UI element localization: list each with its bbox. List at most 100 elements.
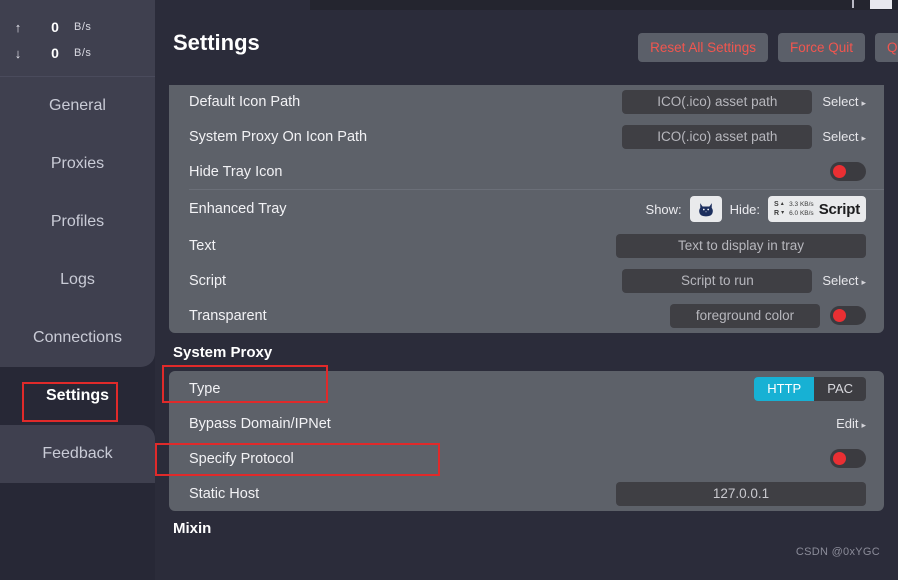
proxy-type-segmented-control: HTTP PAC bbox=[754, 376, 866, 401]
sidebar-item-general[interactable]: General bbox=[0, 77, 155, 135]
hide-r-label: R bbox=[774, 210, 780, 217]
download-speed-value: 0 bbox=[51, 45, 59, 61]
select-label: Select bbox=[822, 273, 859, 288]
hide-s-label: S bbox=[774, 201, 779, 208]
upload-speed-value: 0 bbox=[51, 19, 59, 35]
sidebar-item-label: General bbox=[49, 97, 106, 114]
row-label: Static Host bbox=[189, 485, 260, 502]
system-proxy-card: Type HTTP PAC Bypass Domain/IPNet Edit▸ bbox=[169, 371, 884, 511]
sidebar-item-feedback[interactable]: Feedback bbox=[0, 425, 155, 483]
hide-sr-labels: S ▴ R ▾ bbox=[774, 200, 784, 218]
transparent-toggle[interactable] bbox=[830, 306, 866, 325]
row-label: Hide Tray Icon bbox=[189, 163, 283, 180]
app-window: ↑ 0 B/s ↓ 0 B/s General Proxies Profiles… bbox=[0, 0, 898, 580]
row-label: System Proxy On Icon Path bbox=[189, 128, 368, 145]
chevron-right-icon: ▸ bbox=[861, 277, 866, 287]
sidebar-nav: General Proxies Profiles Logs Connection… bbox=[0, 77, 155, 483]
caret-down-icon: ▾ bbox=[781, 210, 785, 216]
tray-text-input[interactable]: Text to display in tray bbox=[616, 233, 866, 258]
row-default-icon-path: Default Icon Path ICO(.ico) asset path S… bbox=[169, 85, 884, 119]
reset-all-settings-button[interactable]: Reset All Settings bbox=[638, 33, 768, 62]
watermark: CSDN @0xYGC bbox=[795, 546, 880, 558]
sidebar-item-proxies[interactable]: Proxies bbox=[0, 135, 155, 193]
sidebar-item-label: Settings bbox=[45, 387, 110, 404]
row-label: Specify Protocol bbox=[189, 450, 294, 467]
section-header-system-proxy: System Proxy bbox=[155, 333, 898, 371]
row-transparent: Transparent foreground color bbox=[169, 298, 884, 333]
proxy-type-pac-option[interactable]: PAC bbox=[814, 376, 866, 401]
sidebar-item-label: Proxies bbox=[50, 155, 105, 172]
chevron-right-icon: ▸ bbox=[861, 98, 866, 108]
hide-script-label: Script bbox=[818, 200, 861, 218]
sidebar-item-logs[interactable]: Logs bbox=[0, 251, 155, 309]
static-host-input[interactable]: 127.0.0.1 bbox=[616, 481, 866, 506]
hide-rate-values: 3.3 KB/s 6.0 KB/s bbox=[789, 200, 814, 218]
page-title: Settings bbox=[173, 29, 260, 55]
bypass-edit-link[interactable]: Edit ▸ bbox=[836, 416, 866, 431]
system-proxy-on-icon-path-select-link[interactable]: Select ▸ bbox=[822, 129, 866, 144]
default-icon-path-select-link[interactable]: Select ▸ bbox=[822, 94, 866, 109]
row-type: Type HTTP PAC bbox=[169, 371, 884, 406]
row-bypass-domain-ipnet: Bypass Domain/IPNet Edit ▸ bbox=[169, 406, 884, 441]
enhanced-tray-hide-chip[interactable]: S ▴ R ▾ 3.3 KB/s 6.0 KB/s Script bbox=[768, 196, 866, 222]
page-header: Settings Reset All Settings Force Quit Q… bbox=[155, 0, 898, 85]
sidebar-item-profiles[interactable]: Profiles bbox=[0, 193, 155, 251]
chevron-right-icon: ▸ bbox=[861, 133, 866, 143]
hide-upload-rate: 3.3 KB/s bbox=[789, 201, 814, 208]
window-titlebar bbox=[310, 0, 898, 10]
arrow-up-icon: ↑ bbox=[14, 19, 22, 35]
row-label: Enhanced Tray bbox=[189, 201, 287, 217]
row-static-host: Static Host 127.0.0.1 bbox=[169, 476, 884, 511]
main-content: Settings Reset All Settings Force Quit Q… bbox=[155, 0, 898, 580]
force-quit-button[interactable]: Force Quit bbox=[777, 33, 865, 62]
row-label: Script bbox=[189, 272, 227, 289]
download-speed-unit: B/s bbox=[74, 47, 92, 59]
row-label: Transparent bbox=[189, 307, 267, 324]
titlebar-tick-icon bbox=[852, 0, 854, 8]
sidebar: ↑ 0 B/s ↓ 0 B/s General Proxies Profiles… bbox=[0, 0, 155, 580]
section-header-mixin: Mixin bbox=[155, 511, 898, 545]
edit-label: Edit bbox=[836, 416, 859, 431]
row-label: Bypass Domain/IPNet bbox=[189, 415, 331, 432]
settings-scroll-area[interactable]: Default Icon Path ICO(.ico) asset path S… bbox=[155, 85, 898, 580]
row-specify-protocol: Specify Protocol bbox=[169, 441, 884, 476]
specify-protocol-toggle[interactable] bbox=[830, 449, 866, 468]
select-label: Select bbox=[822, 129, 859, 144]
row-enhanced-tray: Enhanced Tray Show: Hide: S ▴ R ▾ 3.3 KB… bbox=[169, 190, 884, 228]
cat-icon bbox=[698, 203, 713, 217]
sidebar-item-label: Logs bbox=[60, 271, 95, 288]
sidebar-item-label: Profiles bbox=[50, 213, 105, 230]
row-hide-tray-icon: Hide Tray Icon bbox=[169, 154, 884, 189]
row-label: Default Icon Path bbox=[189, 93, 301, 110]
download-speed-row: ↓ 0 B/s bbox=[0, 40, 155, 66]
caret-up-icon: ▴ bbox=[780, 201, 784, 207]
upload-speed-unit: B/s bbox=[74, 21, 92, 33]
transparent-foreground-color-input[interactable]: foreground color bbox=[670, 303, 820, 328]
row-text: Text Text to display in tray bbox=[169, 228, 884, 263]
hide-download-rate: 6.0 KB/s bbox=[789, 210, 814, 217]
default-icon-path-input[interactable]: ICO(.ico) asset path bbox=[622, 89, 813, 114]
tray-script-input[interactable]: Script to run bbox=[622, 268, 813, 293]
quit-button[interactable]: Qui bbox=[874, 33, 898, 62]
enhanced-tray-show-chip[interactable] bbox=[689, 196, 722, 222]
row-label: Text bbox=[189, 237, 216, 254]
sidebar-item-connections[interactable]: Connections bbox=[0, 309, 155, 367]
system-proxy-on-icon-path-input[interactable]: ICO(.ico) asset path bbox=[622, 124, 813, 149]
sidebar-item-settings[interactable]: Settings bbox=[0, 367, 155, 425]
row-system-proxy-on-icon-path: System Proxy On Icon Path ICO(.ico) asse… bbox=[169, 119, 884, 154]
tray-script-select-link[interactable]: Select ▸ bbox=[822, 273, 866, 288]
hide-tray-icon-toggle[interactable] bbox=[830, 162, 866, 181]
row-script: Script Script to run Select ▸ bbox=[169, 263, 884, 298]
toggle-knob bbox=[833, 309, 846, 322]
proxy-type-http-option[interactable]: HTTP bbox=[754, 376, 815, 401]
window-controls[interactable] bbox=[870, 0, 892, 9]
sidebar-item-label: Connections bbox=[33, 329, 122, 346]
speed-indicator-block: ↑ 0 B/s ↓ 0 B/s bbox=[0, 0, 155, 77]
enhanced-tray-show-label: Show: bbox=[645, 201, 682, 217]
arrow-down-icon: ↓ bbox=[14, 45, 22, 61]
row-label: Type bbox=[189, 380, 221, 397]
toggle-knob bbox=[833, 452, 846, 465]
select-label: Select bbox=[822, 94, 859, 109]
chevron-right-icon: ▸ bbox=[861, 420, 866, 430]
tray-settings-card: Default Icon Path ICO(.ico) asset path S… bbox=[169, 85, 884, 333]
